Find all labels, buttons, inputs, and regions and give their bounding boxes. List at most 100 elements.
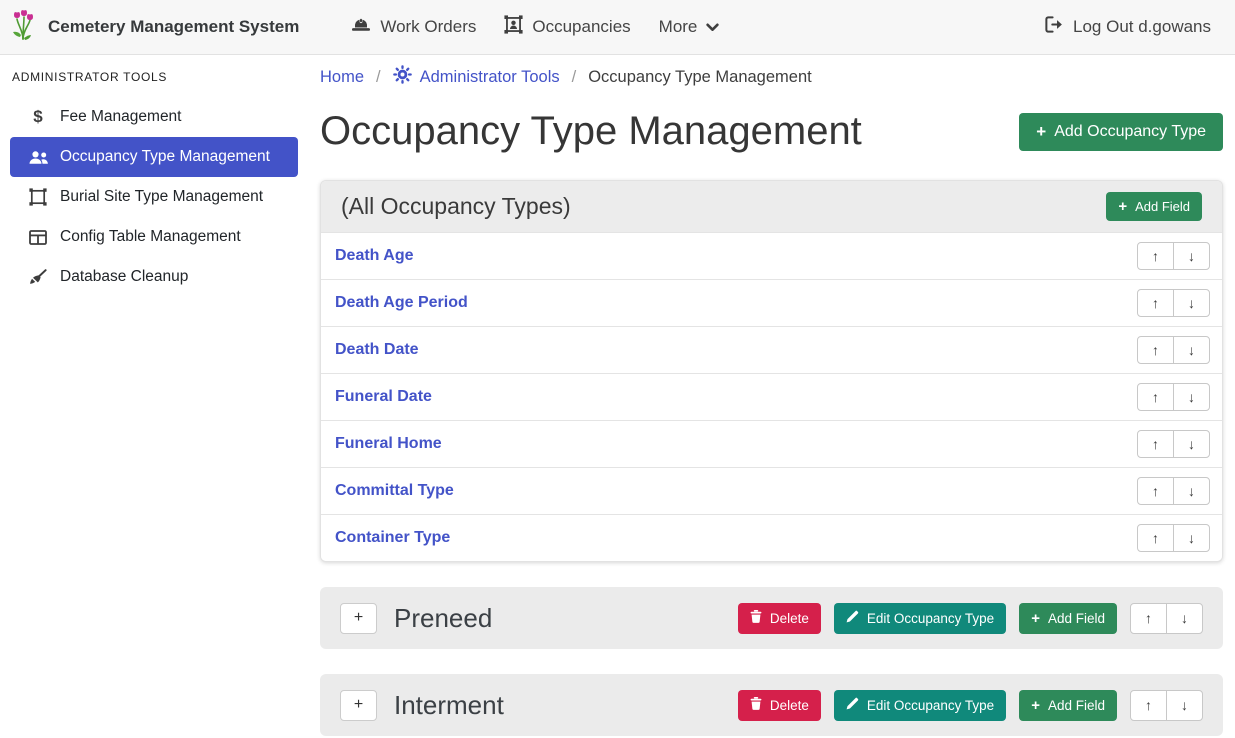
app-title: Cemetery Management System (48, 17, 299, 37)
expand-button[interactable]: + (340, 690, 377, 721)
trash-icon (750, 697, 762, 713)
field-link[interactable]: Funeral Home (335, 435, 442, 453)
field-link[interactable]: Death Age (335, 247, 414, 265)
breadcrumb-home[interactable]: Home (320, 68, 364, 87)
arrow-down-icon: ↓ (1188, 483, 1195, 499)
add-field-button[interactable]: + Add Field (1019, 603, 1117, 634)
all-occupancy-types-header: (All Occupancy Types) + Add Field (321, 181, 1222, 232)
arrow-down-icon: ↓ (1188, 248, 1195, 264)
app-brand[interactable]: Cemetery Management System (10, 9, 299, 46)
edit-occupancy-type-label: Edit Occupancy Type (867, 611, 994, 626)
field-link[interactable]: Death Date (335, 341, 419, 359)
field-row: Container Type ↑ ↓ (321, 514, 1222, 561)
field-link[interactable]: Funeral Date (335, 388, 432, 406)
move-down-button[interactable]: ↓ (1173, 430, 1210, 458)
pencil-icon (846, 610, 859, 626)
table-icon (26, 230, 50, 245)
arrow-up-icon: ↑ (1145, 697, 1152, 713)
nav-more[interactable]: More (659, 17, 720, 37)
add-field-label: Add Field (1135, 199, 1190, 214)
arrow-down-icon: ↓ (1181, 610, 1188, 626)
add-occupancy-type-button[interactable]: + Add Occupancy Type (1019, 113, 1223, 151)
move-down-button[interactable]: ↓ (1173, 477, 1210, 505)
move-up-button[interactable]: ↑ (1130, 603, 1167, 634)
arrow-down-icon: ↓ (1188, 436, 1195, 452)
plus-icon: + (1031, 698, 1040, 713)
hard-hat-icon (351, 16, 371, 38)
delete-button[interactable]: Delete (738, 603, 821, 634)
move-up-button[interactable]: ↑ (1137, 289, 1174, 317)
add-field-label: Add Field (1048, 698, 1105, 713)
move-up-button[interactable]: ↑ (1137, 477, 1174, 505)
nav-work-orders[interactable]: Work Orders (351, 16, 476, 38)
plus-icon: + (1031, 611, 1040, 626)
dollar-icon: $ (26, 107, 50, 127)
field-row: Death Date ↑ ↓ (321, 326, 1222, 373)
add-occupancy-type-label: Add Occupancy Type (1054, 123, 1206, 141)
sidebar-item-label: Occupancy Type Management (60, 148, 270, 166)
add-field-label: Add Field (1048, 611, 1105, 626)
arrow-up-icon: ↑ (1152, 483, 1159, 499)
nav-occupancies[interactable]: Occupancies (504, 15, 630, 39)
move-down-button[interactable]: ↓ (1166, 603, 1203, 634)
nav-work-orders-label: Work Orders (380, 17, 476, 37)
card-title: (All Occupancy Types) (341, 193, 571, 220)
edit-occupancy-type-button[interactable]: Edit Occupancy Type (834, 690, 1006, 721)
move-up-button[interactable]: ↑ (1130, 690, 1167, 721)
delete-label: Delete (770, 611, 809, 626)
nav-more-label: More (659, 17, 698, 37)
move-up-button[interactable]: ↑ (1137, 430, 1174, 458)
sidebar-item-database-cleanup[interactable]: Database Cleanup (10, 257, 298, 297)
breadcrumb: Home / (320, 65, 1223, 89)
expand-button[interactable]: + (340, 603, 377, 634)
move-down-button[interactable]: ↓ (1173, 524, 1210, 552)
sidebar-item-config-table-management[interactable]: Config Table Management (10, 217, 298, 257)
field-link[interactable]: Container Type (335, 529, 450, 547)
move-up-button[interactable]: ↑ (1137, 383, 1174, 411)
add-field-button[interactable]: + Add Field (1019, 690, 1117, 721)
all-occupancy-types-card: (All Occupancy Types) + Add Field Death … (320, 180, 1223, 562)
reorder-buttons: ↑ ↓ (1137, 430, 1210, 458)
logout-label: Log Out d.gowans (1073, 17, 1211, 37)
nav-occupancies-label: Occupancies (532, 17, 630, 37)
reorder-buttons: ↑ ↓ (1137, 242, 1210, 270)
field-row: Death Age Period ↑ ↓ (321, 279, 1222, 326)
field-link[interactable]: Committal Type (335, 482, 454, 500)
occupancy-type-section: + Interment Delete Edi (320, 674, 1223, 736)
move-down-button[interactable]: ↓ (1173, 383, 1210, 411)
sidebar-item-fee-management[interactable]: $ Fee Management (10, 97, 298, 137)
move-down-button[interactable]: ↓ (1173, 242, 1210, 270)
section-actions: Delete Edit Occupancy Type + Add Field ↑ (738, 690, 1203, 721)
reorder-buttons: ↑ ↓ (1137, 383, 1210, 411)
reorder-buttons: ↑ ↓ (1137, 289, 1210, 317)
arrow-up-icon: ↑ (1152, 342, 1159, 358)
delete-button[interactable]: Delete (738, 690, 821, 721)
section-actions: Delete Edit Occupancy Type + Add Field ↑ (738, 603, 1203, 634)
breadcrumb-administrator-tools[interactable]: Administrator Tools (393, 65, 560, 89)
page-title: Occupancy Type Management (320, 109, 862, 154)
gear-icon (393, 65, 412, 89)
move-up-button[interactable]: ↑ (1137, 524, 1174, 552)
move-down-button[interactable]: ↓ (1166, 690, 1203, 721)
reorder-buttons: ↑ ↓ (1137, 477, 1210, 505)
arrow-up-icon: ↑ (1152, 248, 1159, 264)
breadcrumb-separator: / (572, 68, 577, 87)
sidebar-item-burial-site-type-management[interactable]: Burial Site Type Management (10, 177, 298, 217)
logout-link[interactable]: Log Out d.gowans (1045, 16, 1211, 38)
sidebar-item-occupancy-type-management[interactable]: Occupancy Type Management (10, 137, 298, 177)
move-up-button[interactable]: ↑ (1137, 336, 1174, 364)
field-row: Committal Type ↑ ↓ (321, 467, 1222, 514)
arrow-down-icon: ↓ (1188, 530, 1195, 546)
field-link[interactable]: Death Age Period (335, 294, 468, 312)
sidebar-item-label: Database Cleanup (60, 268, 188, 286)
add-field-button[interactable]: + Add Field (1106, 192, 1202, 221)
plus-icon: + (1118, 199, 1127, 214)
move-down-button[interactable]: ↓ (1173, 336, 1210, 364)
edit-occupancy-type-button[interactable]: Edit Occupancy Type (834, 603, 1006, 634)
move-up-button[interactable]: ↑ (1137, 242, 1174, 270)
frame-user-icon (504, 15, 523, 39)
reorder-buttons: ↑ ↓ (1137, 336, 1210, 364)
field-row: Funeral Date ↑ ↓ (321, 373, 1222, 420)
arrow-up-icon: ↑ (1152, 530, 1159, 546)
move-down-button[interactable]: ↓ (1173, 289, 1210, 317)
